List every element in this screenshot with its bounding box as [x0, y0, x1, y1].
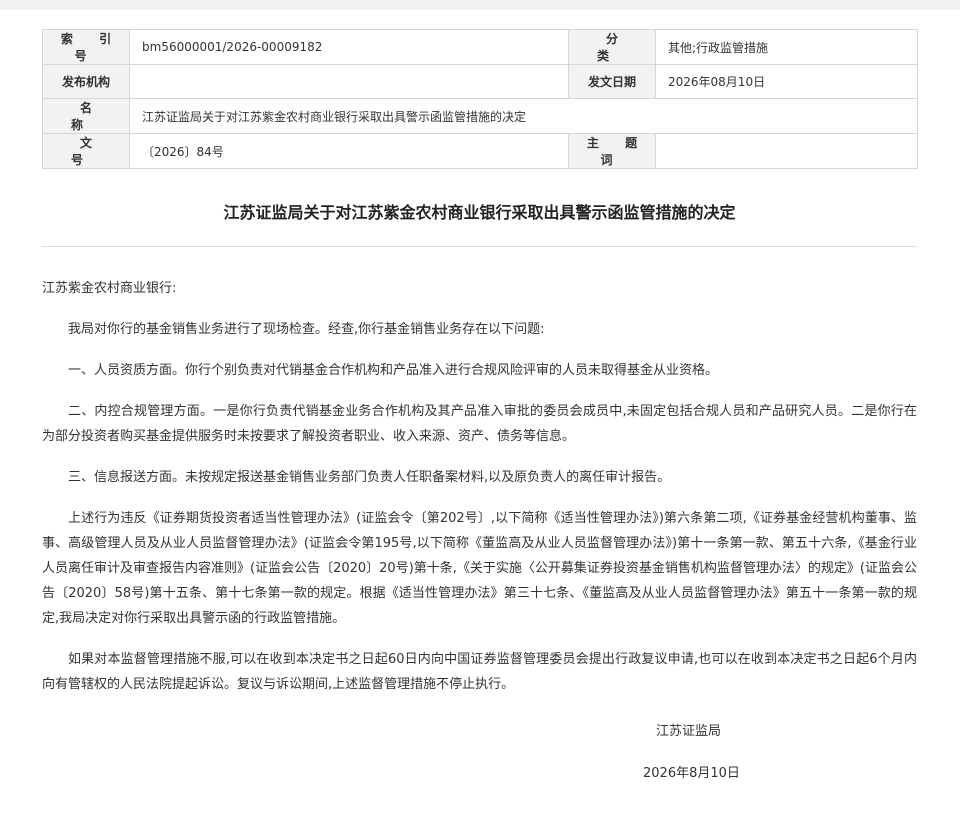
category-label: 分 类: [568, 29, 656, 65]
docno-value: 〔2026〕84号: [129, 133, 569, 169]
title-divider: [42, 246, 917, 247]
info-row-docno: 文 号 〔2026〕84号 主 题 词: [42, 133, 918, 169]
info-row-publisher: 发布机构 发文日期 2026年08月10日: [42, 64, 918, 99]
docno-label: 文 号: [42, 133, 130, 169]
salutation: 江苏紫金农村商业银行:: [42, 281, 177, 296]
name-value: 江苏证监局关于对江苏紫金农村商业银行采取出具警示函监管措施的决定: [129, 98, 918, 134]
keywords-value: [655, 133, 918, 169]
document-title: 江苏证监局关于对江苏紫金农村商业银行采取出具警示函监管措施的决定: [223, 203, 736, 222]
document-info-table: 索 引 号 bm56000001/2026-00009182 分 类 其他;行政…: [42, 29, 918, 169]
publisher-label: 发布机构: [42, 64, 130, 99]
index-value: bm56000001/2026-00009182: [129, 29, 569, 65]
date-label: 发文日期: [568, 64, 656, 99]
category-value: 其他;行政监管措施: [655, 29, 918, 65]
body-paragraph-intro: 我局对你行的基金销售业务进行了现场检查。经查,你行基金销售业务存在以下问题:: [68, 322, 545, 337]
body-paragraph-issue-1: 一、人员资质方面。你行个别负责对代销基金合作机构和产品准入进行合规风险评审的人员…: [68, 363, 719, 378]
signature-date: 2026年8月10日: [643, 766, 740, 781]
signature-authority: 江苏证监局: [656, 724, 722, 739]
document-body: 江苏紫金农村商业银行: 我局对你行的基金销售业务进行了现场检查。经查,你行基金销…: [42, 276, 917, 713]
index-label: 索 引 号: [42, 29, 130, 65]
keywords-label: 主 题 词: [568, 133, 656, 169]
name-label: 名 称: [42, 98, 130, 134]
info-row-name: 名 称 江苏证监局关于对江苏紫金农村商业银行采取出具警示函监管措施的决定: [42, 98, 918, 134]
body-paragraph-issue-3: 三、信息报送方面。未按规定报送基金销售业务部门负责人任职备案材料,以及原负责人的…: [68, 470, 671, 485]
info-row-index: 索 引 号 bm56000001/2026-00009182 分 类 其他;行政…: [42, 29, 918, 65]
body-paragraph-decision: 上述行为违反《证券期货投资者适当性管理办法》(证监会令〔第202号〕,以下简称《…: [42, 511, 917, 626]
body-paragraph-appeal: 如果对本监督管理措施不服,可以在收到本决定书之日起60日内向中国证券监督管理委员…: [42, 652, 917, 692]
body-paragraph-issue-2: 二、内控合规管理方面。一是你行负责代销基金业务合作机构及其产品准入审批的委员会成…: [42, 404, 917, 444]
date-value: 2026年08月10日: [655, 64, 918, 99]
top-bar: [0, 0, 960, 10]
publisher-value: [129, 64, 569, 99]
